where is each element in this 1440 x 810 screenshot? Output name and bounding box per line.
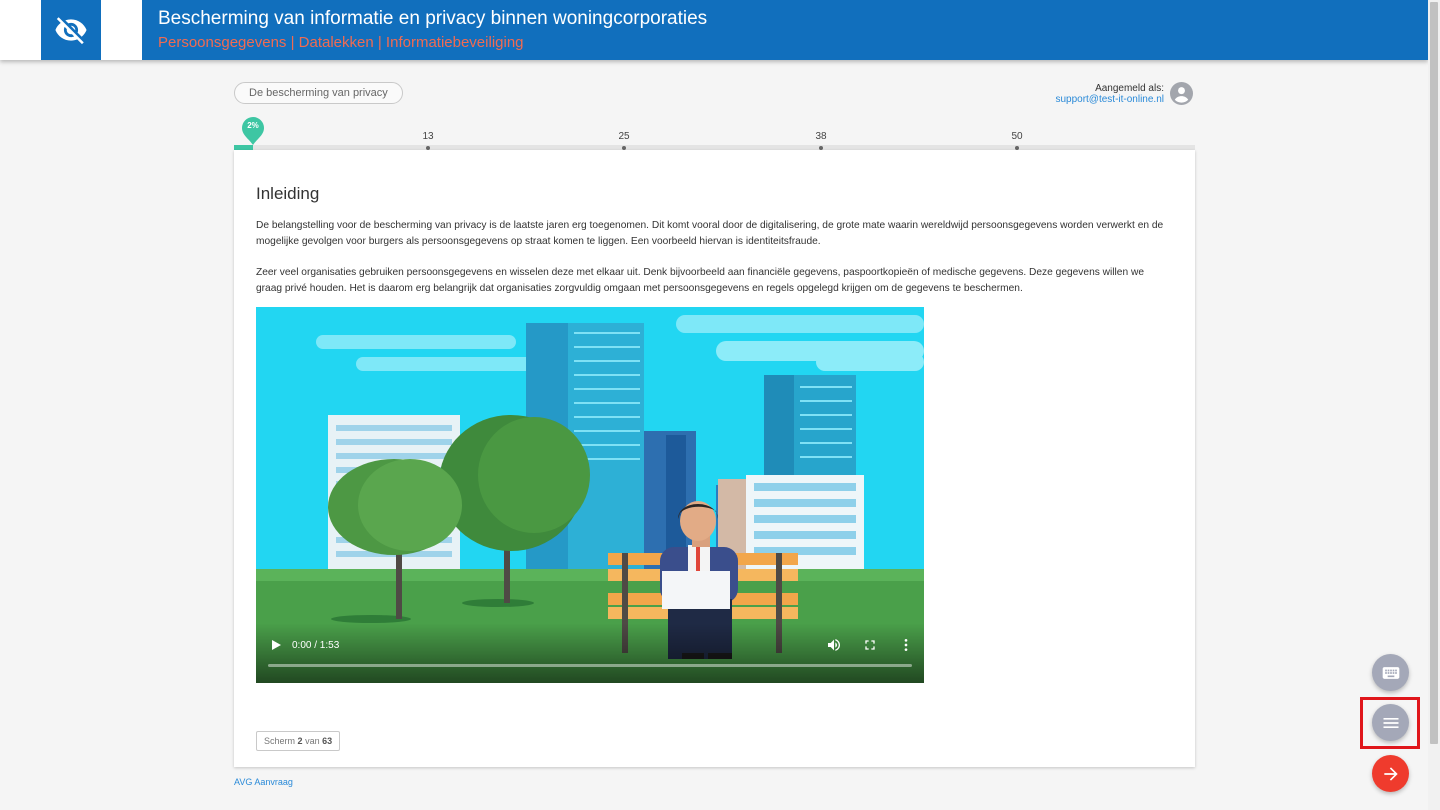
avg-request-link[interactable]: AVG Aanvraag	[234, 777, 293, 787]
scrollbar-thumb[interactable]	[1430, 2, 1438, 744]
fullscreen-icon[interactable]	[862, 637, 878, 653]
progress-tick: 13	[422, 131, 434, 142]
video-time: 0:00 / 1:53	[292, 640, 340, 651]
screen-counter-middle: van	[305, 736, 320, 746]
page-scrollbar[interactable]	[1428, 0, 1440, 810]
user-label: Aangemeld als:	[1095, 83, 1164, 94]
eye-off-icon[interactable]	[41, 0, 101, 60]
page-heading: Inleiding	[256, 184, 320, 203]
screen-counter-total: 63	[322, 736, 333, 746]
intro-paragraph: Zeer veel organisaties gebruiken persoon…	[256, 267, 1144, 294]
progress-marker: 2%	[241, 116, 265, 146]
course-subtitle: Persoonsgegevens | Datalekken | Informat…	[158, 34, 524, 51]
more-vert-icon[interactable]	[898, 637, 914, 653]
highlight-frame	[1360, 697, 1420, 749]
arrow-right-icon	[1383, 766, 1398, 781]
content-card: Inleiding De belangstelling voor de besc…	[234, 150, 1195, 767]
progress-percent: 2%	[247, 121, 259, 130]
user-email[interactable]: support@test-it-online.nl	[1055, 94, 1164, 105]
volume-icon[interactable]	[826, 637, 842, 653]
play-icon[interactable]	[268, 637, 284, 653]
video-player[interactable]: 0:00 / 1:53	[256, 307, 924, 683]
course-title: Bescherming van informatie en privacy bi…	[158, 8, 708, 29]
progress-tick: 25	[618, 131, 630, 142]
screen-counter: Scherm 2 van 63	[256, 731, 341, 751]
keyboard-icon	[1382, 666, 1399, 679]
keyboard-button[interactable]	[1372, 654, 1409, 691]
account-circle-icon[interactable]	[1170, 82, 1193, 105]
intro-paragraph: De belangstelling voor de bescherming va…	[256, 220, 1164, 247]
progress-tick: 50	[1011, 131, 1023, 142]
screen-counter-current: 2	[297, 736, 303, 746]
next-button[interactable]	[1372, 755, 1409, 792]
screen-counter-prefix: Scherm	[264, 736, 296, 746]
video-seek-bar[interactable]	[268, 664, 912, 667]
chapter-chip[interactable]: De bescherming van privacy	[234, 82, 403, 104]
progress-tick: 38	[815, 131, 827, 142]
video-controls	[256, 623, 924, 683]
app-header: Bescherming van informatie en privacy bi…	[0, 0, 1428, 60]
